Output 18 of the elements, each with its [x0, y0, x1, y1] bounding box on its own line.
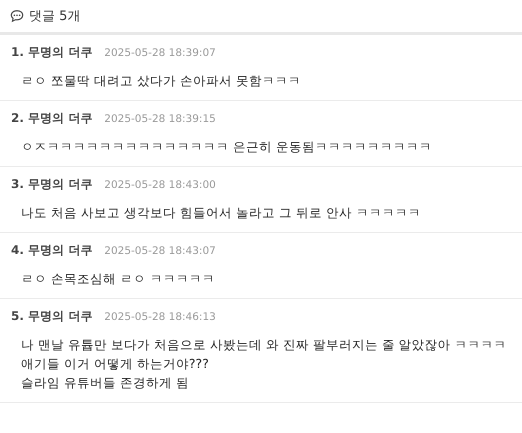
- comment-timestamp: 2025-05-28 18:46:13: [104, 311, 216, 323]
- comment-timestamp: 2025-05-28 18:39:15: [104, 113, 216, 125]
- comment-text: ㄹㅇ 손목조심해 ㄹㅇ ㅋㅋㅋㅋㅋ: [21, 270, 216, 288]
- comment-text: ㄹㅇ 쪼물딱 대려고 샀다가 손아파서 못함ㅋㅋㅋ: [21, 72, 302, 90]
- speech-bubble-icon: [10, 9, 24, 23]
- comment-text: 슬라임 유튜버들 존경하게 됨: [21, 374, 190, 392]
- comment-text: 나도 처음 사보고 생각보다 힘들어서 놀라고 그 뒤로 안사 ㅋㅋㅋㅋㅋ: [21, 204, 422, 222]
- comment-timestamp: 2025-05-28 18:39:07: [104, 47, 216, 59]
- comment-timestamp: 2025-05-28 18:43:00: [104, 179, 216, 191]
- comment-author: 3. 무명의 더쿠: [11, 176, 92, 193]
- comments-count-title: 댓글 5개: [29, 8, 80, 25]
- comment-timestamp: 2025-05-28 18:43:07: [104, 245, 216, 257]
- comment-author: 1. 무명의 더쿠: [11, 44, 92, 61]
- comment-author: 5. 무명의 더쿠: [11, 308, 92, 325]
- comment-text: ㅇㅈㅋㅋㅋㅋㅋㅋㅋㅋㅋㅋㅋㅋㅋㅋ 은근히 운동됨ㅋㅋㅋㅋㅋㅋㅋㅋㅋ: [21, 138, 433, 156]
- comment-author: 4. 무명의 더쿠: [11, 242, 92, 259]
- comment-text: 나 맨날 유튭만 보다가 처음으로 사봤는데 와 진짜 팔부러지는 줄 알았잖아 ㅋㅋㅋㅋ 애기들 이거 어떻게 하는거야???: [21, 336, 508, 373]
- comment-author: 2. 무명의 더쿠: [11, 110, 92, 127]
